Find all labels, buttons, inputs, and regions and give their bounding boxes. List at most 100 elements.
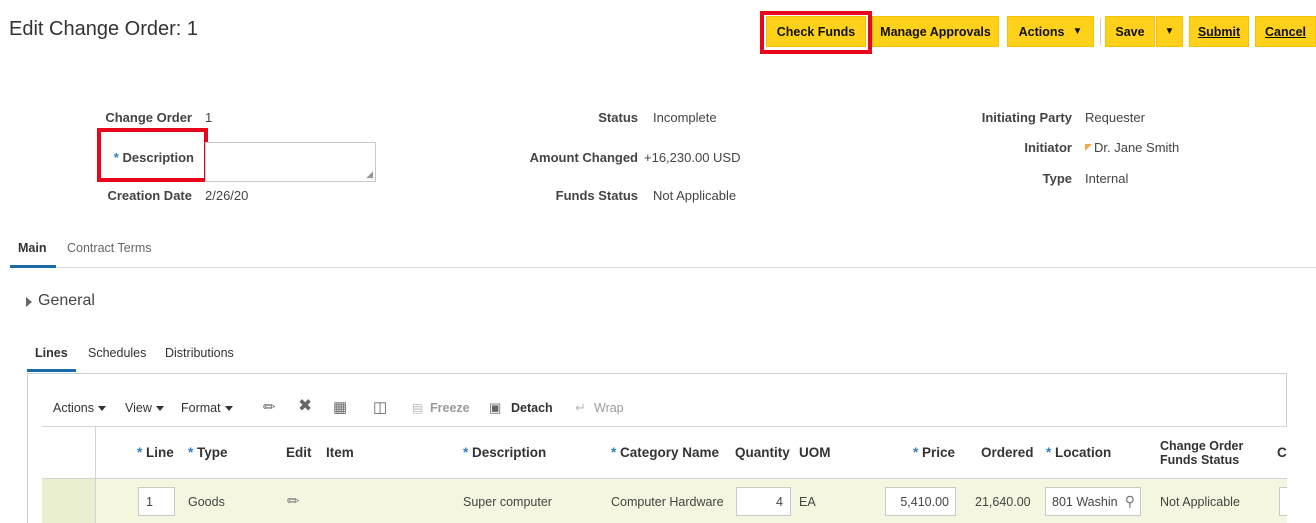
tab-schedules[interactable]: Schedules (88, 346, 146, 360)
search-icon[interactable]: ⚲ (1125, 493, 1135, 510)
wrap-button[interactable]: Wrap (594, 401, 624, 415)
tab-lines[interactable]: Lines (35, 346, 68, 360)
initiator-value[interactable]: Dr. Jane Smith (1085, 140, 1179, 155)
creation-date-label: Creation Date (107, 188, 192, 203)
table-format-menu[interactable]: Format (181, 401, 233, 415)
description-label-text: Description (122, 150, 194, 165)
col-category-name-label: Category Name (620, 445, 720, 460)
actions-menu-button[interactable]: Actions ▼ (1007, 16, 1094, 47)
actions-label: Actions (1018, 24, 1065, 39)
line-number-input[interactable]: 1 (138, 487, 175, 516)
column-layout-icon[interactable]: ▦ (333, 398, 347, 416)
creation-date-value: 2/26/20 (205, 188, 249, 203)
quantity-input[interactable]: 4 (736, 487, 791, 516)
change-order-label: Change Order (105, 110, 192, 125)
col-type[interactable]: * Type (188, 445, 228, 460)
col-category-name[interactable]: * Category Name (611, 445, 719, 460)
col-type-label: Type (197, 445, 228, 460)
detach-button[interactable]: Detach (511, 401, 553, 415)
col-change-order-funds-status[interactable]: Change Order Funds Status (1160, 439, 1243, 467)
required-icon: * (113, 150, 119, 165)
required-icon: * (188, 445, 194, 460)
uom-cell: EA (799, 495, 816, 509)
type-label: Type (1042, 171, 1072, 186)
expand-triangle-icon[interactable] (26, 297, 32, 307)
required-icon: * (137, 445, 143, 460)
table-actions-label: Actions (53, 401, 94, 415)
dropdown-icon (98, 406, 106, 411)
cancel-button[interactable]: Cancel (1255, 16, 1316, 47)
type-value: Internal (1085, 171, 1129, 186)
page-title: Edit Change Order: 1 (9, 18, 198, 40)
tabs-divider (56, 267, 1316, 268)
status-value: Incomplete (653, 110, 717, 125)
general-section-title[interactable]: General (38, 292, 95, 310)
col-item[interactable]: Item (326, 445, 354, 460)
initiating-party-value: Requester (1085, 110, 1145, 125)
col-truncated: C (1277, 445, 1287, 460)
col-funds-status-line2: Funds Status (1160, 453, 1240, 467)
initiator-name[interactable]: Dr. Jane Smith (1094, 140, 1179, 155)
price-input[interactable]: 5,410.00 (885, 487, 956, 516)
required-icon: * (611, 445, 617, 460)
type-cell: Goods (188, 495, 225, 509)
freeze-button[interactable]: Freeze (430, 401, 470, 415)
amount-changed-label: Amount Changed (529, 150, 638, 165)
ordered-cell: 21,640.00 (975, 495, 1031, 509)
category-name-cell: Computer Hardware (611, 495, 724, 509)
tab-main[interactable]: Main (18, 241, 46, 255)
col-uom[interactable]: UOM (799, 445, 831, 460)
resize-grip-icon[interactable]: ◢ (366, 169, 373, 180)
table-view-label: View (125, 401, 152, 415)
col-location[interactable]: * Location (1046, 445, 1111, 460)
lines-table: * Line * Type Edit Item * Description * … (42, 426, 1287, 523)
col-line-label: Line (146, 445, 174, 460)
detach-icon[interactable]: ▣ (489, 400, 501, 416)
initiating-party-label: Initiating Party (981, 110, 1072, 125)
dropdown-icon (224, 406, 233, 411)
filter-row-icon[interactable]: ◫ (373, 398, 387, 416)
status-label: Status (598, 110, 638, 125)
tab-distributions[interactable]: Distributions (165, 346, 234, 360)
toolbar-separator (1100, 18, 1101, 45)
col-price[interactable]: * Price (913, 445, 955, 460)
freeze-icon: ▤ (412, 401, 424, 415)
change-order-value: 1 (205, 110, 213, 125)
table-format-label: Format (181, 401, 221, 415)
save-button[interactable]: Save (1105, 16, 1155, 47)
description-label: * Description (106, 150, 194, 165)
tab-main-underline (10, 265, 56, 268)
description-cell: Super computer (463, 495, 552, 509)
row-header-column (42, 426, 96, 523)
truncated-input[interactable] (1279, 487, 1287, 516)
submit-button[interactable]: Submit (1189, 16, 1249, 47)
tab-contract-terms[interactable]: Contract Terms (67, 241, 152, 255)
dropdown-icon: ▼ (1072, 26, 1083, 37)
col-edit: Edit (286, 445, 312, 460)
check-funds-button[interactable]: Check Funds (766, 16, 866, 47)
manage-approvals-button[interactable]: Manage Approvals (872, 16, 999, 47)
col-line[interactable]: * Line (137, 445, 174, 460)
col-description[interactable]: * Description (463, 445, 546, 460)
required-icon: * (463, 445, 469, 460)
initiator-label: Initiator (1024, 140, 1072, 155)
location-input[interactable]: 801 Washin ⚲ (1045, 487, 1141, 516)
amount-changed-value: +16,230.00 USD (644, 150, 741, 165)
required-icon: * (913, 445, 919, 460)
save-dropdown-icon[interactable]: ▼ (1156, 16, 1183, 47)
col-funds-status-line1: Change Order (1160, 439, 1244, 453)
table-view-menu[interactable]: View (125, 401, 164, 415)
funds-status-cell: Not Applicable (1160, 495, 1240, 509)
funds-status-label: Funds Status (555, 188, 638, 203)
required-icon: * (1046, 445, 1052, 460)
col-location-label: Location (1055, 445, 1112, 460)
col-ordered[interactable]: Ordered (981, 445, 1034, 460)
edit-pencil-icon[interactable]: ✏ (263, 398, 276, 416)
table-actions-menu[interactable]: Actions (53, 401, 106, 415)
col-quantity[interactable]: Quantity (735, 445, 790, 460)
edit-pencil-icon[interactable]: ✏ (287, 492, 300, 510)
tab-lines-underline (27, 369, 76, 372)
funds-status-value: Not Applicable (653, 188, 737, 203)
description-textarea[interactable]: ◢ (205, 142, 376, 182)
delete-x-icon[interactable]: ✖ (298, 396, 312, 416)
